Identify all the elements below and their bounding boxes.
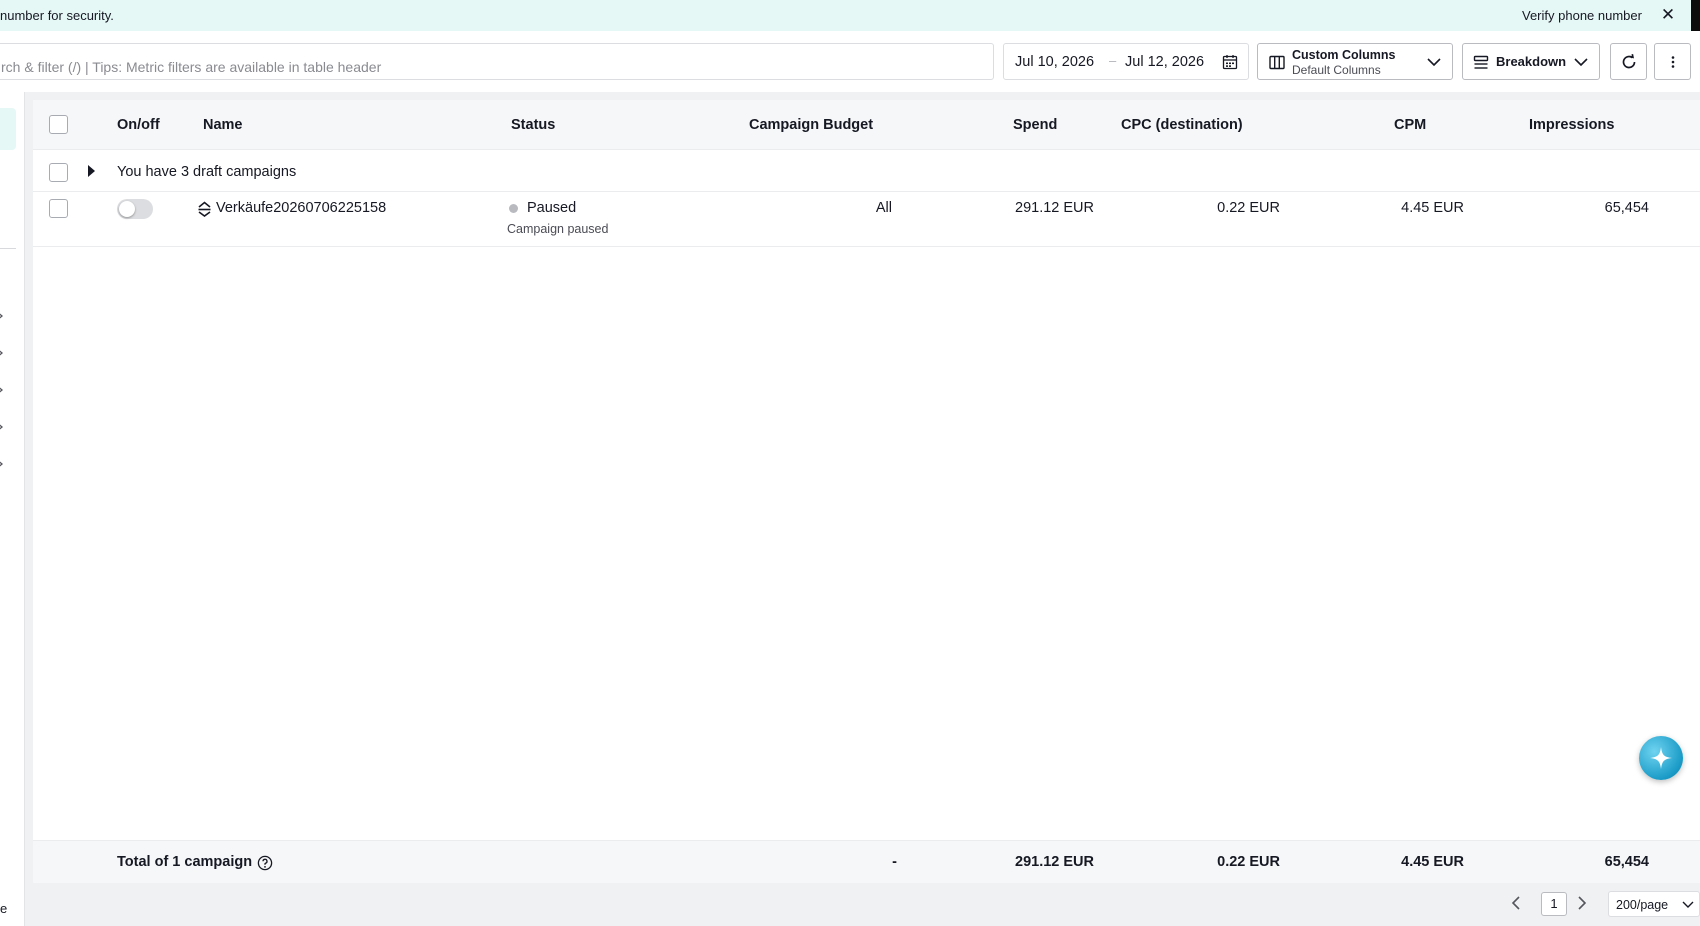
chevron-down-icon xyxy=(1682,901,1694,908)
columns-title: Custom Columns xyxy=(1292,48,1396,62)
header-impressions[interactable]: Impressions xyxy=(1529,117,1614,133)
calendar-icon xyxy=(1222,55,1238,70)
chevron-right-icon[interactable] xyxy=(1575,894,1589,912)
cell-cpm: 4.45 EUR xyxy=(1401,200,1464,216)
search-input[interactable] xyxy=(0,43,994,80)
chevron-left-icon[interactable] xyxy=(1509,894,1523,912)
window-edge xyxy=(1691,0,1700,31)
chevron-right-icon[interactable] xyxy=(0,421,4,433)
total-cpc: 0.22 EUR xyxy=(1217,854,1280,870)
cell-cpc: 0.22 EUR xyxy=(1217,200,1280,216)
total-cpm: 4.45 EUR xyxy=(1401,854,1464,870)
row-checkbox[interactable] xyxy=(49,199,68,218)
page-size-select[interactable]: 200/page xyxy=(1608,891,1700,917)
select-all-checkbox[interactable] xyxy=(49,115,68,134)
page-size-label: 200/page xyxy=(1616,898,1669,912)
more-vertical-icon xyxy=(1671,56,1675,68)
sales-objective-icon xyxy=(198,201,211,217)
header-cpc[interactable]: CPC (destination) xyxy=(1121,117,1243,133)
cell-spend: 291.12 EUR xyxy=(1015,200,1094,216)
banner-message: number for security. xyxy=(0,8,114,23)
cell-budget: All xyxy=(875,200,892,216)
draft-checkbox[interactable] xyxy=(49,163,68,182)
date-start: Jul 10, 2026 xyxy=(1015,54,1095,70)
header-name[interactable]: Name xyxy=(203,117,243,133)
more-options-button[interactable] xyxy=(1654,43,1691,80)
sidebar: e xyxy=(0,92,25,926)
total-budget: - xyxy=(892,854,897,870)
campaign-toggle[interactable] xyxy=(117,199,153,219)
sidebar-active-item[interactable] xyxy=(0,108,16,150)
total-spend: 291.12 EUR xyxy=(1015,854,1094,870)
sidebar-divider xyxy=(0,248,16,249)
chevron-down-icon xyxy=(1427,58,1441,67)
columns-value: Default Columns xyxy=(1292,63,1381,77)
header-status[interactable]: Status xyxy=(511,117,555,133)
refresh-button[interactable] xyxy=(1610,43,1647,80)
date-separator: – xyxy=(1109,53,1117,68)
date-range-picker[interactable]: Jul 10, 2026 – Jul 12, 2026 xyxy=(1003,43,1249,80)
chevron-down-icon xyxy=(1574,58,1588,67)
pagination: 1 200/page xyxy=(33,883,1700,926)
cell-impressions: 65,454 xyxy=(1604,200,1649,216)
date-end: Jul 12, 2026 xyxy=(1125,54,1205,70)
security-banner: number for security. Verify phone number… xyxy=(0,0,1700,31)
columns-icon xyxy=(1269,55,1285,70)
sparkle-icon xyxy=(1650,747,1672,769)
breakdown-icon xyxy=(1473,55,1489,69)
page-number-button[interactable]: 1 xyxy=(1541,892,1567,916)
toggle-knob xyxy=(119,201,135,217)
status-dot xyxy=(509,204,518,213)
chevron-right-icon[interactable] xyxy=(0,384,4,396)
campaign-name-link[interactable]: Verkäufe20260706225158 xyxy=(216,200,386,216)
draft-campaigns-text: You have 3 draft campaigns xyxy=(117,164,297,180)
draft-campaigns-row[interactable]: You have 3 draft campaigns xyxy=(33,150,1700,192)
breakdown-label: Breakdown xyxy=(1496,54,1567,69)
table-footer-totals: Total of 1 campaign - 291.12 EUR 0.22 EU… xyxy=(33,840,1700,883)
assistant-sparkle-button[interactable] xyxy=(1639,736,1683,780)
header-campaign-budget[interactable]: Campaign Budget xyxy=(749,117,873,133)
help-icon[interactable] xyxy=(257,855,273,871)
header-cpm[interactable]: CPM xyxy=(1394,117,1426,133)
total-label: Total of 1 campaign xyxy=(117,854,253,870)
verify-phone-link[interactable]: Verify phone number xyxy=(1522,8,1642,23)
status-text: Paused xyxy=(527,200,577,216)
sidebar-bottom-text: e xyxy=(0,901,8,916)
breakdown-button[interactable]: Breakdown xyxy=(1462,43,1600,80)
custom-columns-select[interactable]: Custom Columns Default Columns xyxy=(1257,43,1453,80)
status-subtext: Campaign paused xyxy=(507,222,609,236)
refresh-icon xyxy=(1622,54,1636,69)
table-header: On/off Name Status Campaign Budget Spend… xyxy=(33,100,1700,150)
header-onoff[interactable]: On/off xyxy=(117,117,160,133)
header-spend[interactable]: Spend xyxy=(1013,117,1057,133)
table-row: Verkäufe20260706225158 Paused Campaign p… xyxy=(33,192,1700,247)
expand-caret-icon[interactable] xyxy=(88,165,95,177)
campaign-table: On/off Name Status Campaign Budget Spend… xyxy=(33,100,1700,926)
chevron-right-icon[interactable] xyxy=(0,310,4,322)
chevron-right-icon[interactable] xyxy=(0,458,4,470)
chevron-right-icon[interactable] xyxy=(0,347,4,359)
total-impressions: 65,454 xyxy=(1604,854,1649,870)
close-icon[interactable]: ✕ xyxy=(1660,6,1676,24)
